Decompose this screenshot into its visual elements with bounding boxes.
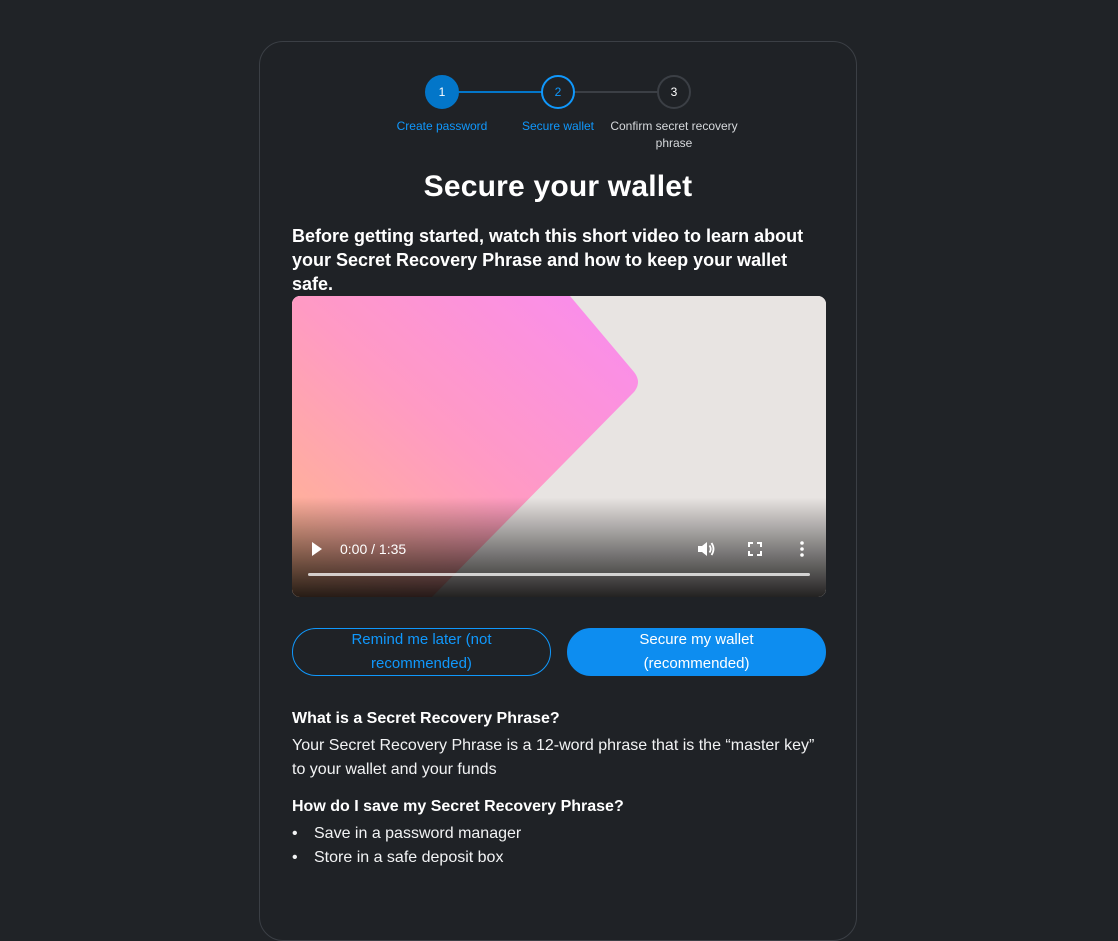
stepper-line-completed <box>458 91 542 93</box>
step-1-indicator: 1 <box>425 75 459 109</box>
list-item: Store in a safe deposit box <box>292 846 521 870</box>
video-time: 0:00 / 1:35 <box>340 541 407 557</box>
remind-me-later-label: Remind me later (not recommended) <box>351 631 492 672</box>
step-3-indicator: 3 <box>657 75 691 109</box>
faq-question-how: How do I save my Secret Recovery Phrase? <box>292 798 624 815</box>
video-progress-bar[interactable] <box>308 573 810 576</box>
progress-stepper: 1 2 3 Create password Secure wallet Conf… <box>260 75 856 155</box>
secure-my-wallet-button[interactable]: Secure my wallet (recommended) <box>567 628 826 676</box>
fullscreen-icon[interactable] <box>748 542 762 556</box>
faq-answer-what: Your Secret Recovery Phrase is a 12-word… <box>292 737 815 778</box>
page-title: Secure your wallet <box>423 170 693 203</box>
remind-me-later-button[interactable]: Remind me later (not recommended) <box>292 628 551 676</box>
intro-text: Before getting started, watch this short… <box>292 226 804 294</box>
step-2-label: Secure wallet <box>521 119 595 133</box>
list-item: Save in a password manager <box>292 822 521 846</box>
more-options-icon[interactable] <box>798 540 806 558</box>
volume-icon[interactable] <box>696 540 716 558</box>
secure-my-wallet-label: Secure my wallet (recommended) <box>639 631 754 672</box>
play-icon[interactable] <box>310 541 324 557</box>
onboarding-card: 1 2 3 Create password Secure wallet Conf… <box>259 41 857 941</box>
step-2-indicator: 2 <box>541 75 575 109</box>
stepper-line-pending <box>574 91 658 93</box>
save-tips-list: Save in a password manager Store in a sa… <box>292 822 521 870</box>
faq-question-what: What is a Secret Recovery Phrase? <box>292 710 560 727</box>
video-player[interactable]: 0:00 / 1:35 <box>292 296 826 597</box>
step-1-label: Create password <box>396 119 488 133</box>
step-3-label: Confirm secret recovery phrase <box>610 119 738 150</box>
